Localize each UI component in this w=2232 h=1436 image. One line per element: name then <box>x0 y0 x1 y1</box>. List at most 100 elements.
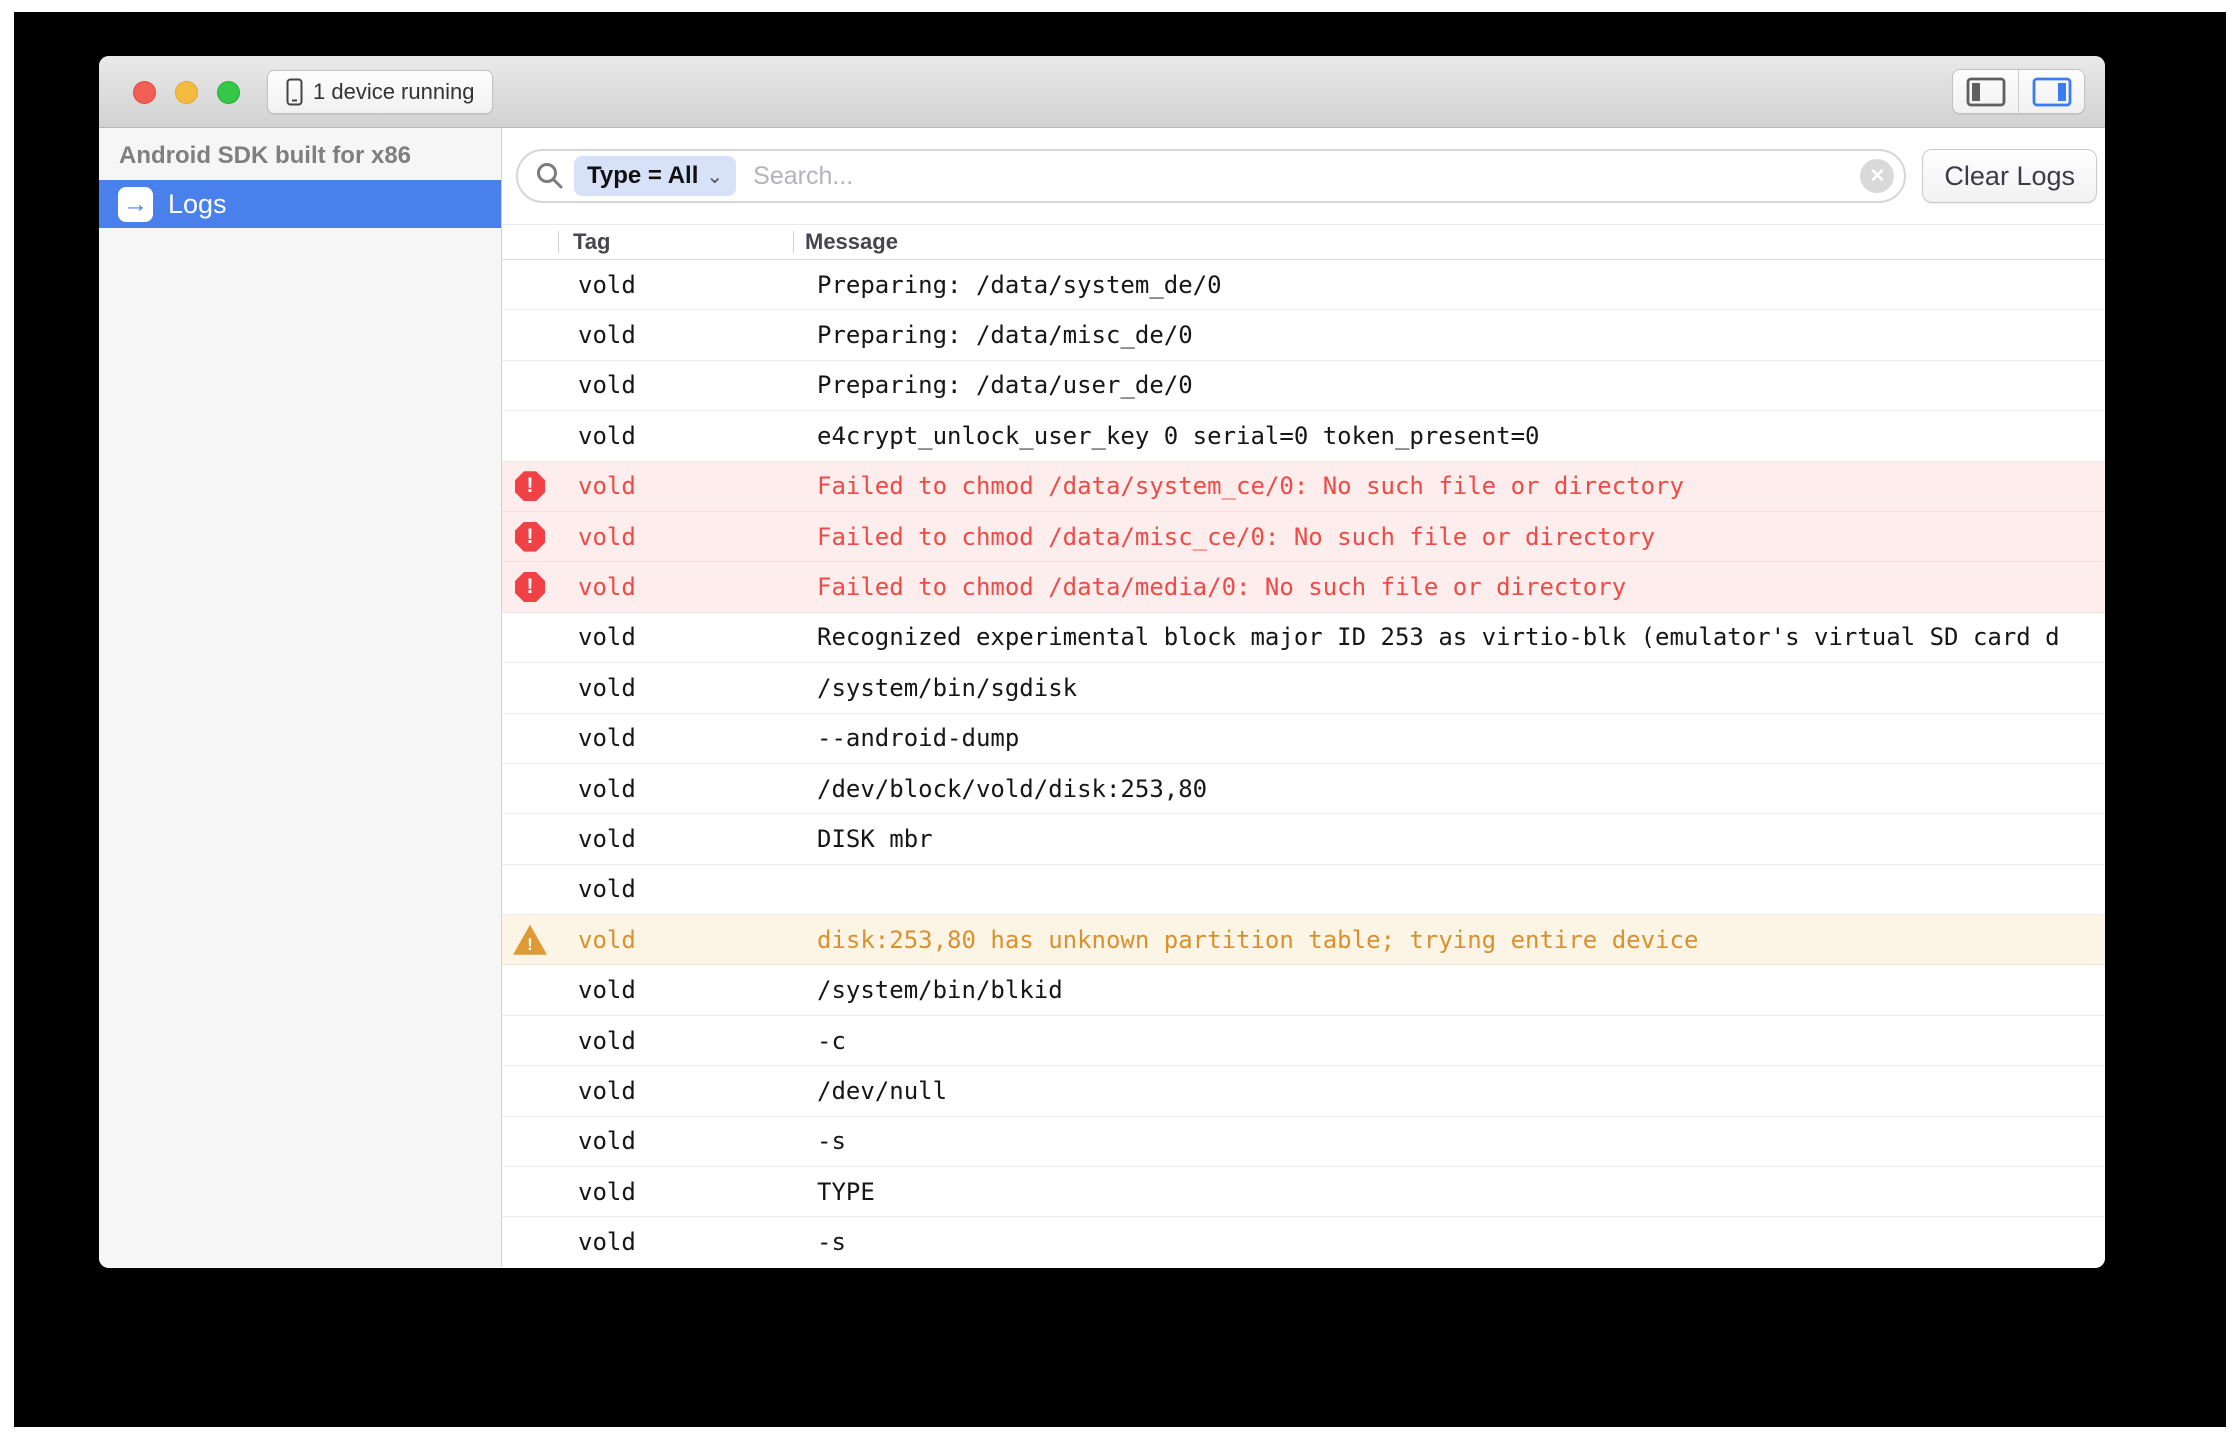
severity-icon-cell: ! ! <box>502 764 558 813</box>
log-row[interactable]: ! ! vold Preparing: /data/user_de/0 <box>502 361 2105 411</box>
log-table-header: Tag Message <box>502 224 2105 260</box>
log-tag: vold <box>558 321 793 349</box>
log-tag: vold <box>558 875 793 903</box>
left-panel-icon <box>1966 77 2006 107</box>
panel-toggle-group <box>1952 69 2085 114</box>
log-message: --android-dump <box>793 724 2105 752</box>
log-row[interactable]: ! ! vold Failed to chmod /data/media/0: … <box>502 562 2105 612</box>
severity-icon-cell: ! ! <box>502 1117 558 1166</box>
log-message: Failed to chmod /data/media/0: No such f… <box>793 573 2105 601</box>
log-row[interactable]: ! ! vold -c <box>502 1016 2105 1066</box>
main-panel: Type = All ⌄ Search... ✕ Clear Logs Tag … <box>502 128 2105 1267</box>
severity-icon-cell: ! ! <box>502 965 558 1014</box>
log-tag: vold <box>558 271 793 299</box>
toggle-right-panel-button[interactable] <box>2018 70 2084 113</box>
device-running-label: 1 device running <box>313 79 474 105</box>
log-tag: vold <box>558 623 793 651</box>
search-input[interactable]: Type = All ⌄ Search... ✕ <box>516 149 1906 203</box>
log-row[interactable]: ! ! vold e4crypt_unlock_user_key 0 seria… <box>502 411 2105 461</box>
titlebar[interactable]: 1 device running <box>99 56 2105 128</box>
severity-icon-cell: ! ! <box>502 1217 558 1266</box>
log-tag: vold <box>558 1228 793 1256</box>
error-octagon-icon: ! <box>515 522 545 552</box>
filter-token-type-all[interactable]: Type = All ⌄ <box>574 156 736 196</box>
log-message: /system/bin/blkid <box>793 976 2105 1004</box>
severity-icon-cell: ! ! <box>502 310 558 359</box>
log-message: Failed to chmod /data/misc_ce/0: No such… <box>793 523 2105 551</box>
log-row[interactable]: ! ! vold /dev/block/vold/disk:253,80 <box>502 764 2105 814</box>
search-icon <box>534 160 566 192</box>
log-tag: vold <box>558 724 793 752</box>
log-tag: vold <box>558 1127 793 1155</box>
log-row[interactable]: ! ! vold /dev/null <box>502 1066 2105 1116</box>
device-running-button[interactable]: 1 device running <box>267 70 493 114</box>
severity-icon-cell: ! ! <box>502 814 558 863</box>
log-row[interactable]: ! ! vold -s <box>502 1117 2105 1167</box>
log-tag: vold <box>558 422 793 450</box>
log-tag: vold <box>558 775 793 803</box>
log-row[interactable]: ! ! vold DISK mbr <box>502 814 2105 864</box>
log-row[interactable]: ! ! vold disk:253,80 has unknown partiti… <box>502 915 2105 965</box>
severity-icon-cell: ! ! <box>502 562 558 611</box>
warning-triangle-icon: ! <box>513 925 547 955</box>
severity-icon-cell: ! ! <box>502 714 558 763</box>
log-row[interactable]: ! ! vold Preparing: /data/system_de/0 <box>502 260 2105 310</box>
toolbar: Type = All ⌄ Search... ✕ Clear Logs <box>502 128 2105 224</box>
log-row[interactable]: ! ! vold <box>502 865 2105 915</box>
severity-icon-cell: ! ! <box>502 411 558 460</box>
severity-icon-cell: ! ! <box>502 512 558 561</box>
log-row[interactable]: ! ! vold Failed to chmod /data/system_ce… <box>502 462 2105 512</box>
log-message: Failed to chmod /data/system_ce/0: No su… <box>793 472 2105 500</box>
icon-column-header <box>502 225 558 259</box>
phone-icon <box>286 78 303 106</box>
log-message: TYPE <box>793 1178 2105 1206</box>
device-name-label: Android SDK built for x86 <box>99 128 501 180</box>
message-column-header[interactable]: Message <box>793 225 2105 259</box>
log-message: Preparing: /data/user_de/0 <box>793 371 2105 399</box>
clear-logs-label: Clear Logs <box>1944 161 2075 192</box>
tag-column-header[interactable]: Tag <box>558 225 793 259</box>
log-message: -s <box>793 1228 2105 1256</box>
toggle-left-panel-button[interactable] <box>1953 70 2018 113</box>
log-message: -s <box>793 1127 2105 1155</box>
severity-icon-cell: ! ! <box>502 260 558 309</box>
clear-search-button[interactable]: ✕ <box>1860 159 1894 193</box>
log-row[interactable]: ! ! vold --android-dump <box>502 714 2105 764</box>
chevron-down-icon: ⌄ <box>706 164 723 189</box>
log-message: DISK mbr <box>793 825 2105 853</box>
severity-icon-cell: ! ! <box>502 462 558 511</box>
logs-arrow-icon: → <box>118 187 153 222</box>
clear-logs-button[interactable]: Clear Logs <box>1922 149 2097 203</box>
log-row[interactable]: ! ! vold Failed to chmod /data/misc_ce/0… <box>502 512 2105 562</box>
close-window-button[interactable] <box>133 81 156 104</box>
severity-icon-cell: ! ! <box>502 1016 558 1065</box>
error-octagon-icon: ! <box>515 572 545 602</box>
error-octagon-icon: ! <box>515 471 545 501</box>
log-row[interactable]: ! ! vold Recognized experimental block m… <box>502 613 2105 663</box>
log-tag: vold <box>558 926 793 954</box>
log-message: disk:253,80 has unknown partition table;… <box>793 926 2105 954</box>
zoom-window-button[interactable] <box>217 81 240 104</box>
log-row[interactable]: ! ! vold TYPE <box>502 1167 2105 1217</box>
log-message: Preparing: /data/system_de/0 <box>793 271 2105 299</box>
log-row[interactable]: ! ! vold -s <box>502 1217 2105 1267</box>
severity-icon-cell: ! ! <box>502 1066 558 1115</box>
log-tag: vold <box>558 674 793 702</box>
log-viewer-window: 1 device running <box>99 56 2105 1268</box>
log-message: /dev/null <box>793 1077 2105 1105</box>
log-message: Recognized experimental block major ID 2… <box>793 623 2105 651</box>
close-icon: ✕ <box>1869 165 1885 188</box>
log-tag: vold <box>558 573 793 601</box>
minimize-window-button[interactable] <box>175 81 198 104</box>
severity-icon-cell: ! ! <box>502 613 558 662</box>
log-tag: vold <box>558 523 793 551</box>
sidebar: Android SDK built for x86 → Logs <box>99 128 502 1267</box>
log-row[interactable]: ! ! vold /system/bin/sgdisk <box>502 663 2105 713</box>
log-tag: vold <box>558 1027 793 1055</box>
log-row[interactable]: ! ! vold Preparing: /data/misc_de/0 <box>502 310 2105 360</box>
log-rows: ! ! vold Preparing: /data/system_de/0 ! … <box>502 260 2105 1267</box>
severity-icon-cell: ! ! <box>502 915 558 964</box>
log-row[interactable]: ! ! vold /system/bin/blkid <box>502 965 2105 1015</box>
log-message: -c <box>793 1027 2105 1055</box>
sidebar-item-logs[interactable]: → Logs <box>99 180 501 228</box>
